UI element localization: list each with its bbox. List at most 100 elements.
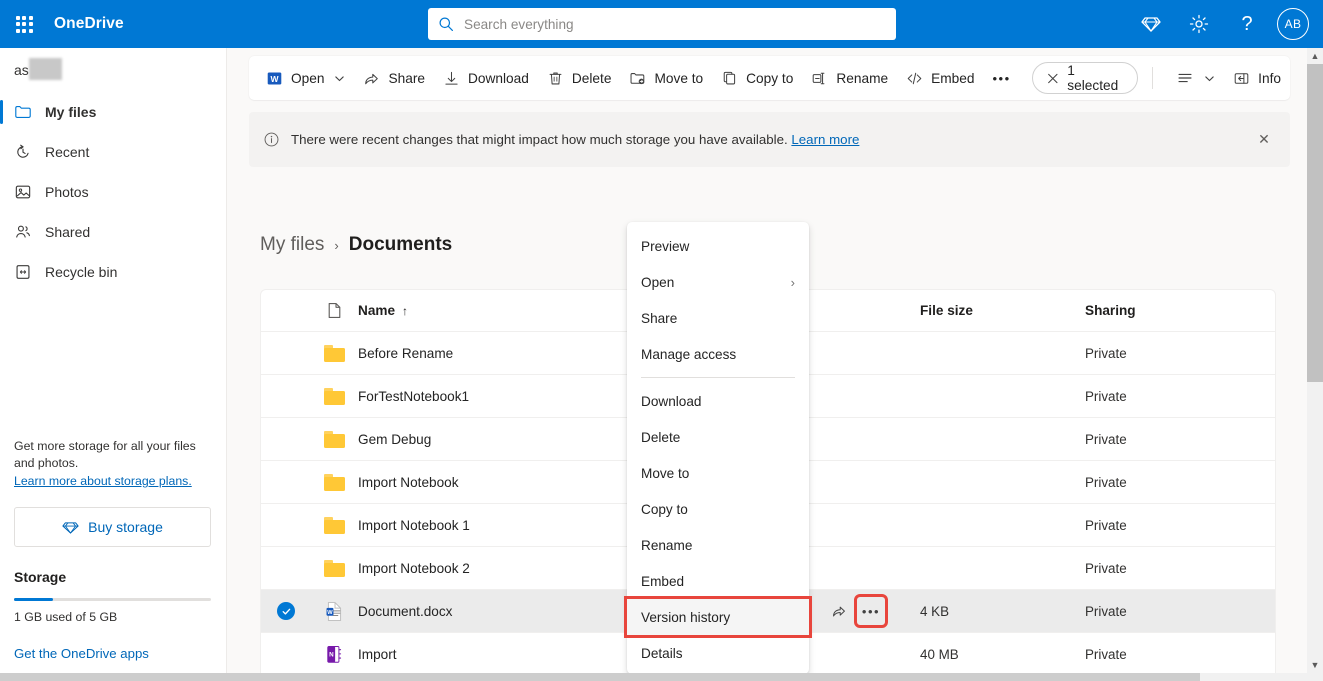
- scroll-down-arrow[interactable]: ▼: [1307, 657, 1323, 673]
- main-content: W Open Share Download: [227, 48, 1309, 681]
- row-sharing-cell[interactable]: Private: [1085, 561, 1275, 576]
- row-sharing-cell[interactable]: Private: [1085, 432, 1275, 447]
- sidebar-item-photos[interactable]: Photos: [0, 172, 226, 212]
- learn-more-link[interactable]: Learn more: [791, 132, 859, 147]
- copy-to-label: Copy to: [746, 71, 793, 86]
- menu-item-share[interactable]: Share: [627, 300, 809, 336]
- menu-item-rename[interactable]: Rename: [627, 527, 809, 563]
- menu-item-copy-to[interactable]: Copy to: [627, 491, 809, 527]
- rename-button[interactable]: Rename: [802, 62, 897, 94]
- menu-item-download[interactable]: Download: [627, 383, 809, 419]
- row-file-icon-cell: [311, 517, 358, 534]
- diamond-icon: [62, 519, 79, 536]
- sort-ascending-icon: ↑: [402, 304, 408, 318]
- row-size-cell: 4 KB: [920, 604, 1085, 619]
- more-commands-button[interactable]: •••: [983, 62, 1019, 94]
- column-header-file-size[interactable]: File size: [920, 303, 1085, 318]
- sidebar-item-recycle-bin[interactable]: Recycle bin: [0, 252, 226, 292]
- row-sharing-cell[interactable]: Private: [1085, 604, 1275, 619]
- menu-item-manage-access[interactable]: Manage access: [627, 336, 809, 372]
- view-options-button[interactable]: [1167, 62, 1224, 94]
- horizontal-scrollbar[interactable]: [0, 673, 1323, 681]
- menu-item-label: Move to: [641, 466, 689, 481]
- row-file-icon-cell: [311, 431, 358, 448]
- chevron-down-icon: [334, 73, 345, 84]
- sidebar-item-my-files[interactable]: My files: [0, 92, 226, 132]
- menu-item-move-to[interactable]: Move to: [627, 455, 809, 491]
- download-icon: [443, 70, 460, 87]
- dismiss-message-button[interactable]: ✕: [1252, 128, 1276, 152]
- file-type-header[interactable]: [311, 301, 358, 320]
- delete-button[interactable]: Delete: [538, 62, 621, 94]
- menu-item-label: Preview: [641, 239, 689, 254]
- scroll-up-arrow[interactable]: ▲: [1307, 48, 1323, 64]
- share-icon: [363, 70, 380, 87]
- storage-blurb: Get more storage for all your files and …: [14, 438, 213, 472]
- row-sharing-cell[interactable]: Private: [1085, 647, 1275, 662]
- command-bar: W Open Share Download: [249, 56, 1290, 100]
- storage-plans-link[interactable]: Learn more about storage plans.: [14, 474, 192, 488]
- sidebar-item-shared[interactable]: Shared: [0, 212, 226, 252]
- share-label: Share: [388, 71, 425, 86]
- row-sharing-cell[interactable]: Private: [1085, 518, 1275, 533]
- brand-title[interactable]: OneDrive: [54, 15, 124, 33]
- menu-item-preview[interactable]: Preview: [627, 228, 809, 264]
- sidebar-item-label: My files: [45, 104, 96, 120]
- row-name-label: Import Notebook 1: [358, 518, 470, 533]
- row-checkbox-checked[interactable]: [277, 602, 295, 620]
- buy-storage-button[interactable]: Buy storage: [14, 507, 211, 547]
- storage-meter: [14, 598, 211, 601]
- row-sharing-cell[interactable]: Private: [1085, 389, 1275, 404]
- open-button[interactable]: W Open: [257, 62, 354, 94]
- copy-to-button[interactable]: Copy to: [712, 62, 802, 94]
- embed-button[interactable]: Embed: [897, 62, 983, 94]
- app-launcher-button[interactable]: [0, 0, 48, 48]
- row-size-cell: 40 MB: [920, 647, 1085, 662]
- row-sharing-cell[interactable]: Private: [1085, 346, 1275, 361]
- share-button[interactable]: Share: [354, 62, 434, 94]
- vertical-scrollbar[interactable]: ▲ ▼: [1307, 48, 1323, 673]
- menu-item-delete[interactable]: Delete: [627, 419, 809, 455]
- get-onedrive-apps-link[interactable]: Get the OneDrive apps: [14, 646, 213, 661]
- download-button[interactable]: Download: [434, 62, 538, 94]
- sidebar-item-label: Shared: [45, 224, 90, 240]
- horizontal-scrollbar-thumb[interactable]: [0, 673, 1200, 681]
- selection-pill[interactable]: 1 selected: [1032, 62, 1139, 94]
- embed-icon: [906, 70, 923, 87]
- svg-text:N: N: [329, 651, 334, 658]
- row-sharing-cell[interactable]: Private: [1085, 475, 1275, 490]
- document-icon: [326, 301, 343, 320]
- row-name-label: Document.docx: [358, 604, 452, 619]
- suite-header: OneDrive ? AB: [0, 0, 1323, 48]
- sidebar: as te My files Recent Photos: [0, 48, 227, 681]
- menu-item-details[interactable]: Details: [627, 635, 809, 671]
- menu-item-embed[interactable]: Embed: [627, 563, 809, 599]
- avatar[interactable]: AB: [1277, 8, 1309, 40]
- vertical-scrollbar-thumb[interactable]: [1307, 64, 1323, 382]
- row-more-options-button[interactable]: •••: [857, 597, 885, 625]
- search-box[interactable]: [428, 8, 896, 40]
- row-select-cell[interactable]: [261, 602, 311, 620]
- overflow-icon: •••: [992, 71, 1010, 86]
- share-row-button[interactable]: [825, 597, 853, 625]
- move-to-button[interactable]: Move to: [620, 62, 712, 94]
- column-header-sharing[interactable]: Sharing: [1085, 303, 1275, 318]
- menu-item-version-history[interactable]: Version history: [627, 599, 809, 635]
- breadcrumb-separator: ›: [334, 238, 338, 253]
- breadcrumb-current: Documents: [349, 234, 452, 256]
- rename-label: Rename: [836, 71, 888, 86]
- diamond-icon[interactable]: [1129, 2, 1173, 46]
- search-input[interactable]: [464, 17, 886, 32]
- gear-icon[interactable]: [1177, 2, 1221, 46]
- info-panel-icon: [1233, 70, 1250, 87]
- account-name: as te: [0, 48, 226, 92]
- breadcrumb-my-files[interactable]: My files: [260, 234, 324, 256]
- sidebar-item-recent[interactable]: Recent: [0, 132, 226, 172]
- folder-icon: [324, 345, 345, 362]
- menu-item-open[interactable]: Open›: [627, 264, 809, 300]
- help-icon[interactable]: ?: [1225, 2, 1269, 46]
- info-button[interactable]: Info: [1224, 62, 1290, 94]
- row-file-icon-cell: [311, 345, 358, 362]
- command-bar-divider: [1152, 67, 1153, 89]
- list-view-icon: [1176, 69, 1194, 87]
